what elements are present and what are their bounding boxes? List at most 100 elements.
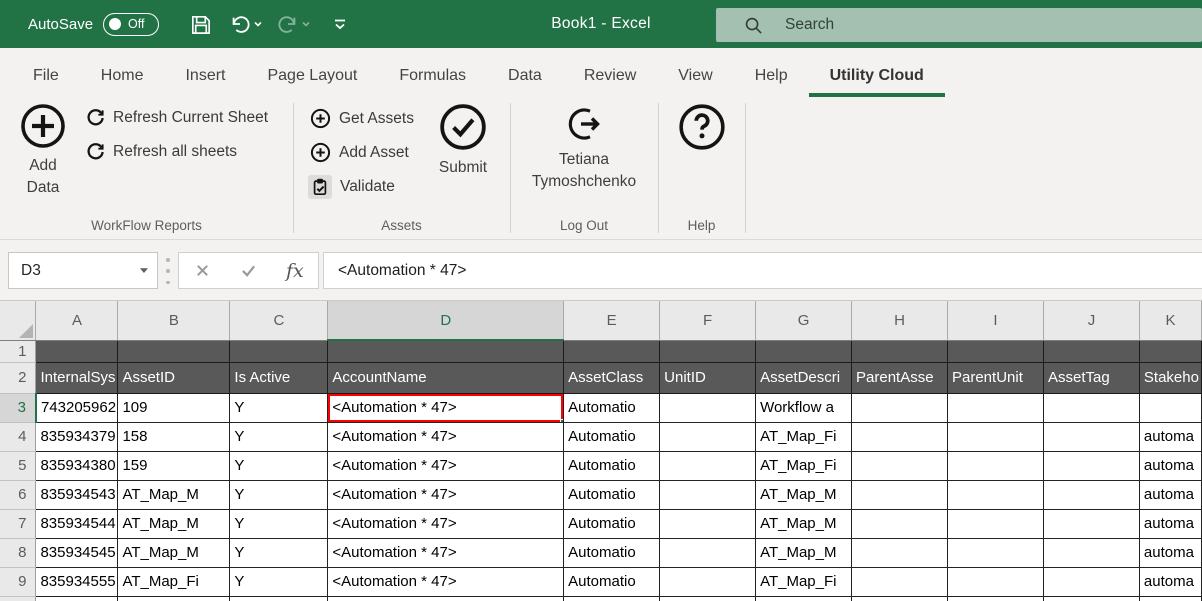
cell-K2[interactable]: Stakeho <box>1139 362 1201 393</box>
cell-D1[interactable] <box>328 340 564 362</box>
cell-B6[interactable]: AT_Map_M <box>118 480 230 509</box>
column-header-B[interactable]: B <box>118 301 230 340</box>
cell-B5[interactable]: 159 <box>118 451 230 480</box>
cell-K1[interactable] <box>1139 340 1201 362</box>
tab-home[interactable]: Home <box>80 67 165 97</box>
column-header-A[interactable]: A <box>36 301 118 340</box>
formula-bar-resize-handle[interactable] <box>165 258 171 284</box>
cell-F2[interactable]: UnitID <box>660 362 756 393</box>
column-header-H[interactable]: H <box>852 301 948 340</box>
cell-E1[interactable] <box>564 340 660 362</box>
tab-file[interactable]: File <box>12 67 80 97</box>
row-header-4[interactable]: 4 <box>0 422 36 451</box>
cell-D9[interactable]: <Automation * 47> <box>328 567 564 596</box>
cell-C1[interactable] <box>230 340 328 362</box>
cell-I8[interactable] <box>948 538 1044 567</box>
cell-K7[interactable]: automa <box>1139 509 1201 538</box>
cell-A7[interactable]: 835934544 <box>36 509 118 538</box>
row-header-5[interactable]: 5 <box>0 451 36 480</box>
cell-F5[interactable] <box>660 451 756 480</box>
cell-A9[interactable]: 835934555 <box>36 567 118 596</box>
row-header-6[interactable]: 6 <box>0 480 36 509</box>
select-all-corner[interactable] <box>0 301 36 340</box>
tab-formulas[interactable]: Formulas <box>378 67 487 97</box>
save-icon[interactable] <box>185 9 215 39</box>
column-header-I[interactable]: I <box>948 301 1044 340</box>
cell-E8[interactable]: Automatio <box>564 538 660 567</box>
cell-F10[interactable] <box>660 596 756 601</box>
fill-handle[interactable] <box>560 419 564 423</box>
tab-insert[interactable]: Insert <box>164 67 246 97</box>
cell-C5[interactable]: Y <box>230 451 328 480</box>
cell-A4[interactable]: 835934379 <box>36 422 118 451</box>
cell-K3[interactable] <box>1139 393 1201 422</box>
cell-B7[interactable]: AT_Map_M <box>118 509 230 538</box>
column-header-K[interactable]: K <box>1139 301 1201 340</box>
cell-C4[interactable]: Y <box>230 422 328 451</box>
submit-button[interactable]: Submit <box>427 102 499 179</box>
cell-B8[interactable]: AT_Map_M <box>118 538 230 567</box>
cell-J9[interactable] <box>1043 567 1139 596</box>
cell-F3[interactable] <box>660 393 756 422</box>
cell-G5[interactable]: AT_Map_Fi <box>756 451 852 480</box>
cell-D5[interactable]: <Automation * 47> <box>328 451 564 480</box>
cell-D3[interactable]: <Automation * 47> <box>328 393 564 422</box>
column-header-F[interactable]: F <box>660 301 756 340</box>
cell-G8[interactable]: AT_Map_M <box>756 538 852 567</box>
cell-D8[interactable]: <Automation * 47> <box>328 538 564 567</box>
cell-A2[interactable]: InternalSys <box>36 362 118 393</box>
cell-I1[interactable] <box>948 340 1044 362</box>
cell-H3[interactable] <box>852 393 948 422</box>
row-header-2[interactable]: 2 <box>0 362 36 393</box>
cell-D4[interactable]: <Automation * 47> <box>328 422 564 451</box>
cell-C2[interactable]: Is Active <box>230 362 328 393</box>
cell-C6[interactable]: Y <box>230 480 328 509</box>
cell-G4[interactable]: AT_Map_Fi <box>756 422 852 451</box>
search-input[interactable]: Search <box>716 8 1202 42</box>
add-asset-button[interactable]: Add Asset <box>310 142 409 163</box>
cell-F8[interactable] <box>660 538 756 567</box>
cancel-icon[interactable] <box>185 256 219 286</box>
cell-B9[interactable]: AT_Map_Fi <box>118 567 230 596</box>
autosave-toggle[interactable]: Off <box>103 13 159 36</box>
cell-B3[interactable]: 109 <box>118 393 230 422</box>
name-box[interactable]: D3 <box>8 252 158 289</box>
cell-G1[interactable] <box>756 340 852 362</box>
column-header-J[interactable]: J <box>1043 301 1139 340</box>
cell-G2[interactable]: AssetDescri <box>756 362 852 393</box>
cell-H8[interactable] <box>852 538 948 567</box>
cell-G7[interactable]: AT_Map_M <box>756 509 852 538</box>
cell-K6[interactable]: automa <box>1139 480 1201 509</box>
cell-E7[interactable]: Automatio <box>564 509 660 538</box>
cell-H2[interactable]: ParentAsse <box>852 362 948 393</box>
name-box-dropdown-icon[interactable] <box>131 267 157 275</box>
refresh-current-sheet-button[interactable]: Refresh Current Sheet <box>86 108 268 127</box>
cell-I10[interactable] <box>948 596 1044 601</box>
row-header-7[interactable]: 7 <box>0 509 36 538</box>
column-header-D[interactable]: D <box>328 301 564 340</box>
add-data-button[interactable]: Add Data <box>12 102 74 200</box>
cell-K4[interactable]: automa <box>1139 422 1201 451</box>
cell-F7[interactable] <box>660 509 756 538</box>
cell-K10[interactable] <box>1139 596 1201 601</box>
cell-D2[interactable]: AccountName <box>328 362 564 393</box>
cell-J3[interactable] <box>1043 393 1139 422</box>
cell-D10[interactable] <box>328 596 564 601</box>
cell-K5[interactable]: automa <box>1139 451 1201 480</box>
cell-H4[interactable] <box>852 422 948 451</box>
cell-C8[interactable]: Y <box>230 538 328 567</box>
cell-C7[interactable]: Y <box>230 509 328 538</box>
cell-E5[interactable]: Automatio <box>564 451 660 480</box>
log-out-button[interactable]: Tetiana Tymoshchenko <box>510 104 658 194</box>
cell-G10[interactable] <box>756 596 852 601</box>
cell-I6[interactable] <box>948 480 1044 509</box>
cell-G9[interactable]: AT_Map_Fi <box>756 567 852 596</box>
cell-E6[interactable]: Automatio <box>564 480 660 509</box>
row-header-9[interactable]: 9 <box>0 567 36 596</box>
cell-A6[interactable]: 835934543 <box>36 480 118 509</box>
cell-J4[interactable] <box>1043 422 1139 451</box>
cell-E9[interactable]: Automatio <box>564 567 660 596</box>
cell-F9[interactable] <box>660 567 756 596</box>
cell-D6[interactable]: <Automation * 47> <box>328 480 564 509</box>
tab-page-layout[interactable]: Page Layout <box>246 67 378 97</box>
